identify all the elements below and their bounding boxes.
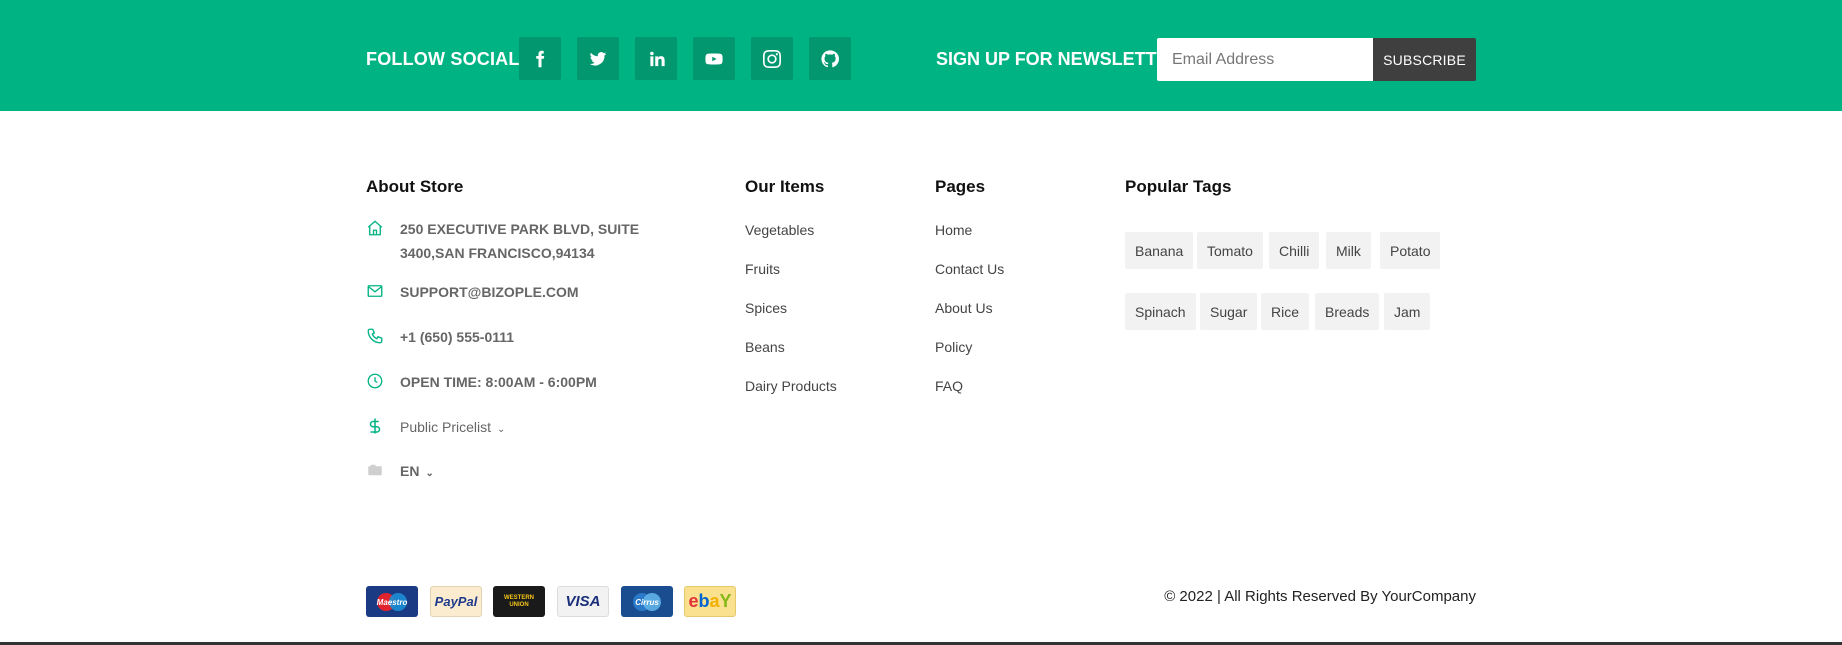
page-link-home[interactable]: Home (935, 219, 1004, 258)
our-items-title: Our Items (745, 177, 825, 196)
tag-chilli[interactable]: Chilli (1269, 232, 1320, 269)
copyright-text: © 2022 | All Rights Reserved By YourComp… (1164, 588, 1476, 605)
tag-spinach[interactable]: Spinach (1125, 293, 1196, 330)
ebay-letter-y: Y (719, 591, 732, 611)
pages-list: Home Contact Us About Us Policy FAQ (935, 219, 1004, 414)
pages-title: Pages (935, 177, 986, 196)
tag-potato[interactable]: Potato (1380, 232, 1441, 269)
maestro-card: Maestro (366, 586, 418, 617)
page-link-about-us[interactable]: About Us (935, 297, 1004, 336)
instagram-button[interactable] (751, 37, 793, 80)
tag-rice[interactable]: Rice (1261, 293, 1310, 330)
store-phone[interactable]: +1 (650) 555-0111 (400, 325, 680, 349)
tag-banana[interactable]: Banana (1125, 232, 1194, 269)
page-link-contact-us[interactable]: Contact Us (935, 258, 1004, 297)
github-icon (821, 49, 839, 67)
tag-tomato[interactable]: Tomato (1197, 232, 1263, 269)
page-link-policy[interactable]: Policy (935, 336, 1004, 375)
mail-icon (366, 282, 384, 300)
cirrus-card: Cirrus (621, 586, 673, 617)
western-union-card: WESTERN UNION (493, 586, 545, 617)
phone-icon (366, 327, 384, 345)
tag-milk[interactable]: Milk (1326, 232, 1371, 269)
language-selector[interactable]: EN ⌄ (366, 459, 680, 486)
dollar-icon (366, 417, 384, 435)
ebay-letter-a: a (709, 591, 720, 611)
popular-tags-title: Popular Tags (1125, 177, 1232, 196)
linkedin-button[interactable] (635, 37, 677, 80)
chevron-down-icon: ⌄ (497, 424, 506, 435)
item-link-dairy-products[interactable]: Dairy Products (745, 375, 837, 414)
store-address: 250 EXECUTIVE PARK BLVD, SUITE 3400,SAN … (400, 221, 640, 261)
chevron-down-icon: ⌄ (425, 468, 434, 479)
item-link-vegetables[interactable]: Vegetables (745, 219, 837, 258)
store-hours: OPEN TIME: 8:00AM - 6:00PM (400, 374, 597, 390)
about-store-title: About Store (366, 177, 464, 196)
tag-sugar[interactable]: Sugar (1200, 293, 1258, 330)
clock-icon (366, 372, 384, 390)
tag-jam[interactable]: Jam (1384, 293, 1431, 330)
youtube-button[interactable] (693, 37, 735, 80)
cirrus-text: Cirrus (635, 598, 659, 607)
visa-text: VISA (565, 593, 601, 610)
page-link-faq[interactable]: FAQ (935, 375, 1004, 414)
ebay-letter-b: b (698, 591, 710, 611)
cirrus-logo-icon: Cirrus (633, 592, 661, 611)
paypal-card: PayPal (430, 586, 482, 617)
subscribe-button[interactable]: SUBSCRIBE (1373, 38, 1476, 81)
hours-row: OPEN TIME: 8:00AM - 6:00PM (366, 370, 680, 394)
paypal-text: PayPal (434, 594, 478, 609)
phone-row: +1 (650) 555-0111 (366, 325, 680, 349)
store-email[interactable]: SUPPORT@BIZOPLE.COM (400, 280, 680, 304)
email-row: SUPPORT@BIZOPLE.COM (366, 280, 680, 304)
item-link-fruits[interactable]: Fruits (745, 258, 837, 297)
address-row: 250 EXECUTIVE PARK BLVD, SUITE 3400,SAN … (366, 217, 680, 265)
pricelist-label: Public Pricelist (400, 419, 492, 435)
ebay-letter-e: e (688, 591, 699, 611)
flag-icon (366, 461, 384, 479)
github-button[interactable] (809, 37, 851, 80)
western-union-text: WESTERN UNION (504, 594, 534, 608)
newsletter-bar: FOLLOW SOCIALS SIGN UP FOR NEWSLETTER SU… (0, 0, 1842, 111)
twitter-icon (589, 51, 607, 66)
maestro-text: Maestro (377, 598, 408, 607)
maestro-logo-icon: Maestro (377, 592, 408, 611)
pricelist-selector[interactable]: Public Pricelist ⌄ (366, 415, 680, 442)
instagram-icon (763, 49, 781, 68)
twitter-button[interactable] (577, 37, 619, 80)
ebay-card: ebaY (684, 586, 736, 617)
youtube-icon (705, 52, 723, 65)
tag-breads[interactable]: Breads (1315, 293, 1380, 330)
follow-socials-title: FOLLOW SOCIALS (366, 49, 532, 69)
language-label: EN (400, 463, 420, 479)
facebook-button[interactable] (519, 37, 561, 80)
linkedin-icon (650, 51, 665, 66)
newsletter-title: SIGN UP FOR NEWSLETTER (936, 49, 1182, 69)
home-icon (366, 219, 384, 237)
item-link-spices[interactable]: Spices (745, 297, 837, 336)
item-link-beans[interactable]: Beans (745, 336, 837, 375)
visa-card: VISA (557, 586, 609, 617)
facebook-icon (536, 50, 545, 67)
email-input[interactable] (1157, 38, 1373, 81)
our-items-list: Vegetables Fruits Spices Beans Dairy Pro… (745, 219, 837, 414)
